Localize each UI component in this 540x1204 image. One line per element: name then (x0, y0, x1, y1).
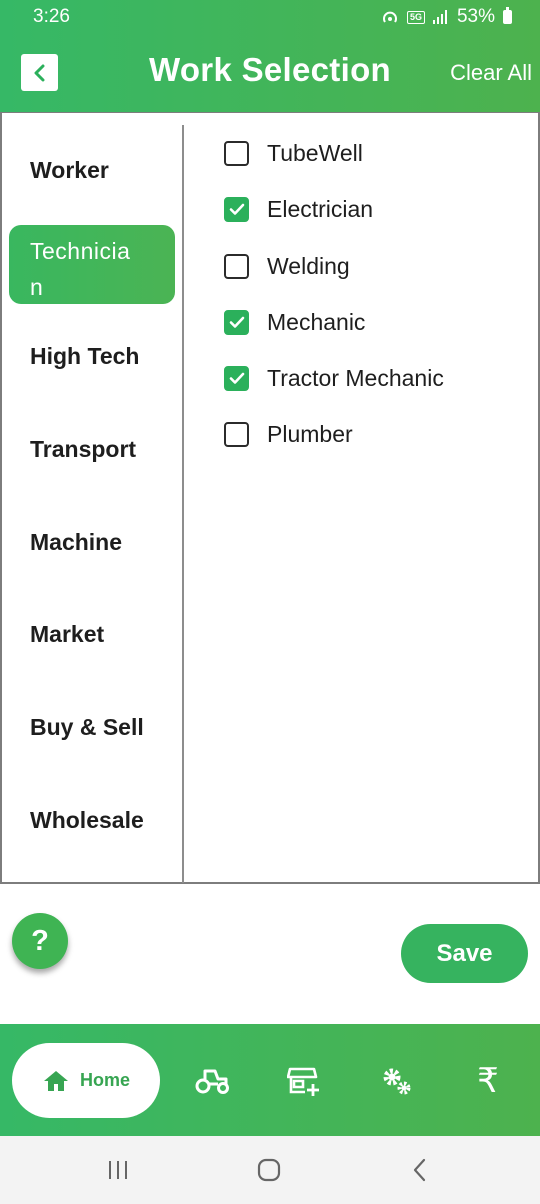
option-electrician[interactable]: Electrician (224, 196, 373, 223)
work-selection-screen: 3:26 5G 53% Work Selection Clear All Wor… (0, 0, 540, 1204)
option-label: Electrician (267, 196, 374, 222)
check-icon (229, 316, 244, 328)
status-time: 3:26 (33, 6, 70, 27)
home-system-icon[interactable] (253, 1154, 285, 1186)
checkbox-checked[interactable] (224, 310, 249, 335)
network-badge: 5G (406, 10, 425, 24)
clear-all-button[interactable]: Clear All (450, 60, 532, 86)
hotspot-icon (382, 11, 397, 23)
bottom-nav: Home ₹ (0, 1024, 540, 1136)
category-wholesale[interactable]: Wholesale (9, 807, 175, 834)
status-icons: 5G 53% (381, 6, 512, 28)
check-icon (229, 203, 244, 215)
category-high-tech[interactable]: High Tech (9, 343, 175, 370)
battery-percent: 53% (456, 6, 495, 27)
check-icon (229, 372, 244, 384)
checkbox-checked[interactable] (224, 366, 249, 391)
battery-icon (503, 7, 512, 24)
option-tractor-mechanic[interactable]: Tractor Mechanic (224, 365, 444, 392)
checkbox-checked[interactable] (224, 197, 249, 222)
checkbox[interactable] (224, 141, 249, 166)
checkbox[interactable] (224, 422, 249, 447)
category-transport[interactable]: Transport (9, 436, 175, 463)
option-tubewell[interactable]: TubeWell (224, 140, 363, 167)
save-button[interactable]: Save (401, 924, 528, 983)
home-icon (43, 1070, 68, 1091)
option-welding[interactable]: Welding (224, 253, 350, 280)
signal-icon (432, 10, 447, 24)
gears-icon[interactable] (379, 1064, 415, 1098)
option-label: TubeWell (267, 140, 363, 166)
option-label: Tractor Mechanic (267, 365, 444, 391)
selection-panel: Worker Technicia n High Tech Transport M… (0, 112, 540, 884)
app-header: 3:26 5G 53% Work Selection Clear All (0, 0, 540, 112)
checkbox[interactable] (224, 254, 249, 279)
category-machine[interactable]: Machine (9, 529, 175, 556)
nav-home[interactable]: Home (12, 1043, 160, 1118)
category-buy-sell[interactable]: Buy & Sell (9, 714, 175, 741)
option-plumber[interactable]: Plumber (224, 421, 353, 448)
system-nav-bar (0, 1136, 540, 1204)
help-button[interactable]: ? (12, 913, 68, 969)
nav-home-label: Home (79, 1070, 130, 1090)
panel-divider (182, 125, 184, 883)
recent-apps-icon[interactable] (102, 1154, 134, 1186)
store-add-icon[interactable] (287, 1064, 323, 1098)
back-system-icon[interactable] (404, 1154, 436, 1186)
tractor-icon[interactable] (195, 1064, 231, 1098)
category-technician[interactable]: Technicia n (9, 225, 175, 304)
category-worker[interactable]: Worker (9, 157, 175, 184)
option-label: Plumber (267, 421, 353, 447)
option-mechanic[interactable]: Mechanic (224, 309, 365, 336)
category-market[interactable]: Market (9, 621, 175, 648)
option-label: Welding (267, 253, 350, 279)
rupee-icon[interactable]: ₹ (470, 1064, 506, 1098)
option-label: Mechanic (267, 309, 366, 335)
